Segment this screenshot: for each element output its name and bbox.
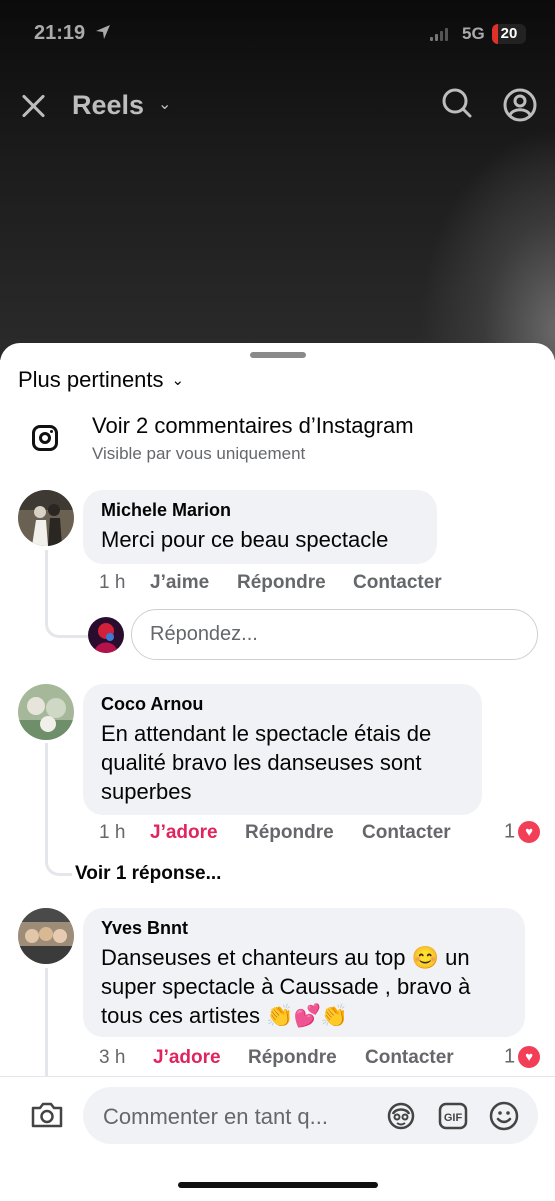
comment-bubble[interactable]: Yves Bnnt Danseuses et chanteurs au top … <box>83 908 525 1037</box>
like-button[interactable]: J’aime <box>150 572 209 594</box>
reply-button[interactable]: Répondre <box>245 822 334 844</box>
location-arrow-icon <box>94 23 112 47</box>
battery-level: 20 <box>500 25 518 42</box>
avatar <box>88 617 124 653</box>
instagram-link-subtitle: Visible par vous uniquement <box>92 444 306 463</box>
thread-line <box>45 743 72 876</box>
comment-time: 1 h <box>99 822 126 843</box>
instagram-comments-link[interactable]: Voir 2 commentaires d’Instagram Visible … <box>0 409 555 469</box>
contact-button[interactable]: Contacter <box>353 572 442 594</box>
love-button[interactable]: J’adore <box>153 1047 221 1069</box>
comment-actions: 1 h J’aime Répondre Contacter <box>99 572 519 596</box>
comment-bubble[interactable]: Michele Marion Merci pour ce beau specta… <box>83 490 437 564</box>
sort-dropdown[interactable]: Plus pertinents ⌄ <box>18 367 184 393</box>
sort-label: Plus pertinents <box>18 367 164 392</box>
comment-input[interactable] <box>101 1103 375 1131</box>
status-time: 21:19 <box>34 22 86 44</box>
comment-text: En attendant le spectacle étais de quali… <box>101 721 432 804</box>
avatar[interactable] <box>18 908 74 964</box>
reply-button[interactable]: Répondre <box>237 572 326 594</box>
battery-icon: 20 <box>492 24 526 44</box>
camera-icon[interactable] <box>30 1101 64 1129</box>
signal-icon <box>430 28 448 41</box>
comment-time: 1 h <box>99 572 126 593</box>
comment-text: Merci pour ce beau spectacle <box>101 527 389 552</box>
reel-video-background <box>0 0 555 360</box>
instagram-icon <box>32 425 58 451</box>
reels-header: Reels ⌄ <box>0 84 555 128</box>
status-bar: 21:19 5G 20 <box>0 22 555 50</box>
close-icon[interactable] <box>20 92 48 120</box>
contact-button[interactable]: Contacter <box>365 1047 454 1069</box>
sheet-grabber[interactable] <box>250 352 306 358</box>
avatar[interactable] <box>18 490 74 546</box>
network-label: 5G <box>462 24 485 43</box>
comment-actions: 3 h J’adore Répondre Contacter <box>99 1047 539 1071</box>
emoji-icon[interactable] <box>488 1100 520 1132</box>
comments-sheet: Plus pertinents ⌄ Voir 2 commentaires d’I… <box>0 343 555 1200</box>
heart-icon: ♥ <box>516 819 543 845</box>
reels-title[interactable]: Reels <box>72 90 144 121</box>
avatar-sticker-icon[interactable] <box>385 1100 417 1132</box>
comment-text: Danseuses et chanteurs au top 😊 un super… <box>101 945 471 1028</box>
comment-actions: 1 h J’adore Répondre Contacter <box>99 822 539 846</box>
chevron-down-icon: ⌄ <box>171 372 185 389</box>
see-replies-link[interactable]: Voir 1 réponse... <box>75 863 221 885</box>
svg-text:GIF: GIF <box>444 1112 463 1124</box>
search-icon[interactable] <box>442 88 472 118</box>
reaction-summary[interactable]: 1 ♥ <box>504 819 543 845</box>
instagram-link-title: Voir 2 commentaires d’Instagram <box>92 413 414 438</box>
thread-line <box>45 550 88 638</box>
comment-author[interactable]: Yves Bnnt <box>101 918 507 939</box>
reaction-count: 1 <box>504 1045 516 1068</box>
gif-icon[interactable]: GIF <box>437 1100 469 1132</box>
reaction-summary[interactable]: 1 ♥ <box>504 1044 543 1070</box>
reaction-count: 1 <box>504 820 516 843</box>
comment-author[interactable]: Michele Marion <box>101 500 419 521</box>
comment-input-box[interactable]: GIF <box>83 1087 538 1144</box>
comment-author[interactable]: Coco Arnou <box>101 694 464 715</box>
reply-button[interactable]: Répondre <box>248 1047 337 1069</box>
profile-icon[interactable] <box>503 88 537 122</box>
reply-input-box[interactable] <box>131 609 538 660</box>
thread-line <box>45 968 48 1088</box>
comment-time: 3 h <box>99 1047 126 1068</box>
chevron-down-icon[interactable]: ⌄ <box>158 94 171 114</box>
contact-button[interactable]: Contacter <box>362 822 451 844</box>
reply-input[interactable] <box>148 622 512 647</box>
comment-bubble[interactable]: Coco Arnou En attendant le spectacle éta… <box>83 684 482 815</box>
home-indicator <box>178 1182 378 1188</box>
heart-icon: ♥ <box>516 1044 543 1070</box>
avatar[interactable] <box>18 684 74 740</box>
love-button[interactable]: J’adore <box>150 822 218 844</box>
